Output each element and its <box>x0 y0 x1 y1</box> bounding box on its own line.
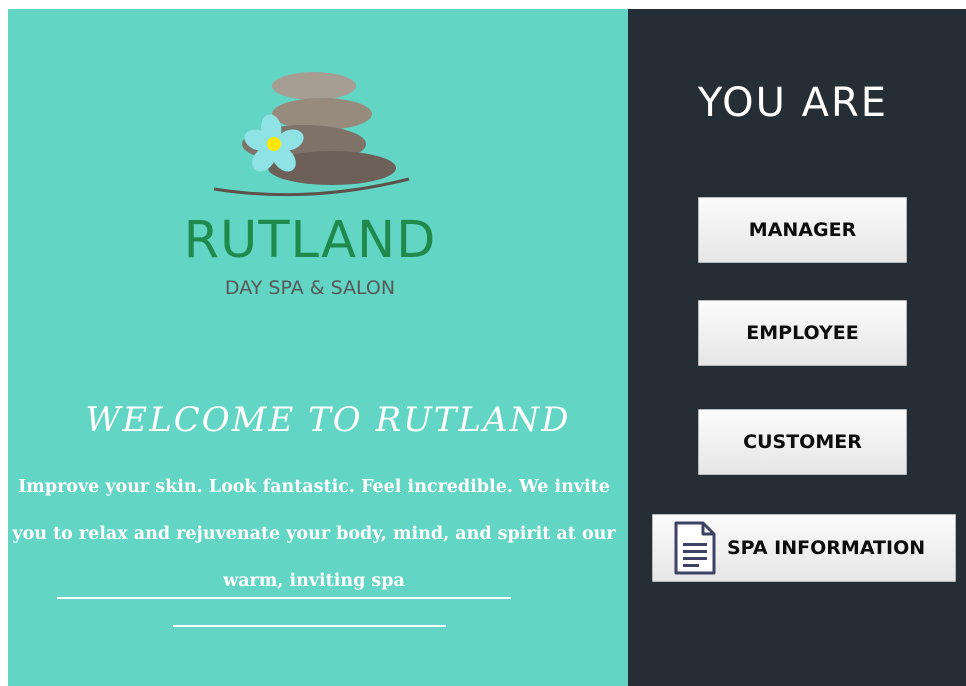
divider-line <box>57 597 511 599</box>
divider-line <box>173 625 446 627</box>
welcome-heading: WELCOME TO RUTLAND <box>85 400 571 440</box>
manager-button-label: MANAGER <box>748 219 857 241</box>
customer-button-label: CUSTOMER <box>743 431 862 453</box>
role-selection-panel: YOU ARE MANAGER EMPLOYEE CUSTOMER SPA IN… <box>628 9 966 686</box>
brand-name: RUTLAND <box>183 211 437 270</box>
employee-button[interactable]: EMPLOYEE <box>698 300 907 366</box>
manager-button[interactable]: MANAGER <box>698 197 907 263</box>
spa-information-button-label: SPA INFORMATION <box>727 537 926 559</box>
spa-information-button[interactable]: SPA INFORMATION <box>652 514 956 582</box>
welcome-tagline: Improve your skin. Look fantastic. Feel … <box>12 477 616 591</box>
customer-button[interactable]: CUSTOMER <box>698 409 907 475</box>
document-icon <box>674 521 716 575</box>
role-heading: YOU ARE <box>697 80 889 126</box>
welcome-panel: RUTLAND DAY SPA & SALON WELCOME TO RUTLA… <box>8 9 628 686</box>
spa-logo-icon <box>213 72 410 197</box>
employee-button-label: EMPLOYEE <box>746 322 859 344</box>
brand-subtitle: DAY SPA & SALON <box>224 277 396 299</box>
